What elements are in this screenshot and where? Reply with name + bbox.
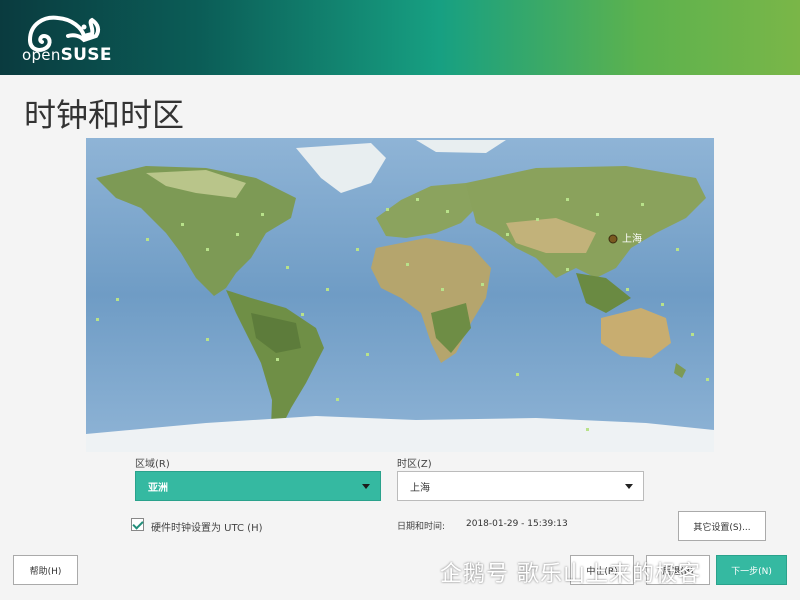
chevron-down-icon: [625, 484, 633, 489]
timezone-select[interactable]: 上海: [397, 471, 644, 501]
timezone-value: 上海: [410, 482, 430, 494]
datetime-label: 日期和时间:: [397, 522, 446, 532]
region-value: 亚洲: [148, 482, 168, 494]
watermark-text: 企鹅号 歌乐山上来的极客: [440, 562, 701, 587]
watermark: 企鹅号 歌乐山上来的极客: [440, 556, 701, 588]
selected-city-marker[interactable]: [608, 234, 618, 244]
region-select[interactable]: 亚洲: [135, 471, 381, 501]
datetime-value: 2018-01-29 - 15:39:13: [466, 519, 568, 529]
next-button[interactable]: 下一步(N): [716, 555, 787, 585]
hardware-clock-utc-checkbox[interactable]: [131, 518, 144, 531]
world-map[interactable]: 上海: [86, 138, 714, 452]
chevron-down-icon: [362, 484, 370, 489]
hardware-clock-utc-label[interactable]: 硬件时钟设置为 UTC (H): [151, 519, 263, 534]
header-banner: openSUSE: [0, 0, 800, 75]
timezone-label: 时区(Z): [397, 459, 432, 470]
other-settings-button[interactable]: 其它设置(S)...: [678, 511, 766, 541]
selected-city-label: 上海: [622, 232, 642, 245]
page-title: 时钟和时区: [24, 96, 185, 134]
region-label: 区域(R): [135, 459, 170, 470]
brand-name: openSUSE: [22, 45, 112, 65]
help-button[interactable]: 帮助(H): [13, 555, 78, 585]
world-map-svg[interactable]: 上海: [86, 138, 714, 452]
